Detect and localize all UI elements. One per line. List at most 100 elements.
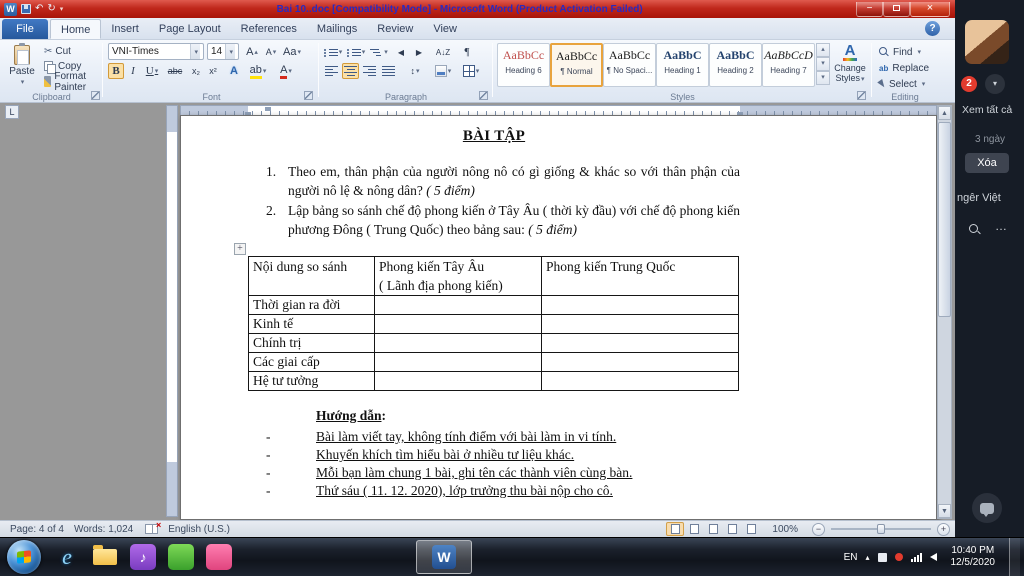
vertical-ruler[interactable] [166,105,178,517]
tab-home[interactable]: Home [50,19,102,39]
shading-button[interactable]: ▾ [431,63,455,79]
table-move-handle[interactable]: + [234,243,246,255]
undo-button[interactable]: ↶ [35,3,43,15]
word-count[interactable]: Words: 1,024 [74,524,133,535]
tab-references[interactable]: References [231,19,307,39]
strikethrough-button[interactable]: abc [164,63,186,79]
italic-button[interactable]: I [126,63,140,79]
paragraph-dialog-launcher[interactable] [479,91,488,100]
zoom-track[interactable] [831,524,931,534]
styles-scroll-down-icon[interactable]: ▾ [816,57,830,71]
web-layout-view-button[interactable] [704,522,722,536]
draft-view-button[interactable] [742,522,760,536]
borders-button[interactable]: ▾ [459,63,483,79]
word-app-icon[interactable]: W [4,2,17,16]
guide-item[interactable]: - Khuyến khích tìm hiểu bài ở nhiều tư li… [266,446,746,464]
notification-badge[interactable]: 2 [961,76,977,92]
scrollbar-thumb[interactable] [938,122,951,317]
change-case-button[interactable]: Aa ▾ [282,44,302,60]
table-header-cell[interactable]: Phong kiến Tây Âu ( Lãnh địa phong kiến) [374,256,542,296]
table-row-label[interactable]: Thời gian ra đời [248,295,375,315]
table-row-label[interactable]: Chính trị [248,333,375,353]
file-tab[interactable]: File [2,19,48,39]
print-layout-view-button[interactable] [666,522,685,536]
guide-item[interactable]: - Thứ sáu ( 11. 12. 2020), lớp trưởng thu… [266,482,746,500]
table-row-label[interactable]: Hệ tư tưởng [248,371,375,391]
style-heading1[interactable]: AaBbC Heading 1 [656,43,709,87]
table-cell[interactable] [541,371,739,391]
titlebar[interactable]: W ↶ ↻ ▾ Bai 10..doc [Compatibility Mode]… [0,0,958,18]
styles-dialog-launcher[interactable] [857,91,866,100]
subscript-button[interactable]: x₂ [188,63,204,79]
doc-title[interactable]: BÀI TẬP [248,128,740,145]
style-no-spacing[interactable]: AaBbCc ¶ No Spaci... [603,43,656,87]
text-effects-button[interactable]: A [226,63,242,79]
table-cell[interactable] [541,295,739,315]
fullscreen-view-button[interactable] [685,522,703,536]
comparison-table[interactable]: Nội dung so sánh Phong kiến Tây Âu ( Lãn… [248,256,739,391]
styles-gallery-expand-icon[interactable]: ▾ [816,71,830,85]
show-hide-marks-button[interactable]: ¶ [459,44,475,60]
underline-button[interactable]: U ▾ [142,63,162,79]
scroll-up-icon[interactable]: ▲ [938,106,951,120]
guide-item[interactable]: - Bài làm viết tay, không tính điểm với b… [266,428,746,446]
volume-icon[interactable] [929,553,937,561]
change-styles-button[interactable]: A Change Styles▾ [833,43,867,89]
format-painter-button[interactable]: Format Painter [44,71,103,93]
bullets-button[interactable]: ▾ [323,44,343,60]
user-avatar[interactable] [965,20,1009,64]
highlight-color-button[interactable]: ab ▾ [245,63,271,79]
sort-button[interactable]: A↓Z [431,44,455,60]
table-header-cell[interactable]: Nội dung so sánh [248,256,375,296]
grow-font-button[interactable]: A ▴ [243,44,261,60]
font-color-button[interactable]: A ▾ [274,63,298,79]
font-size-combobox[interactable]: 14 ▾ [207,43,239,60]
zoom-out-button[interactable]: − [812,522,825,536]
shrink-font-button[interactable]: A ▾ [262,44,280,60]
table-cell[interactable] [541,352,739,372]
help-icon[interactable]: ? [925,21,940,36]
tab-stop-selector[interactable]: L [5,105,19,119]
line-spacing-button[interactable]: ↕ ▾ [403,63,427,79]
guide-item[interactable]: - Mỗi bạn làm chung 1 bài, ghi tên các th… [266,464,746,482]
zoom-level[interactable]: 100% [772,524,798,535]
align-left-button[interactable] [323,63,340,79]
word-taskbar-button[interactable]: W [416,540,472,574]
collapse-chevron-icon[interactable]: ▾ [985,74,1005,94]
tab-insert[interactable]: Insert [101,19,149,39]
view-all-link[interactable]: Xem tất cả [962,104,1012,116]
document-page[interactable]: BÀI TẬP 1. Theo em, thân phận của người … [180,115,937,520]
increase-indent-button[interactable]: ▶ [411,44,427,60]
table-header-cell[interactable]: Phong kiến Trung Quốc [541,256,739,296]
close-button[interactable]: × [910,1,950,17]
style-heading2[interactable]: AaBbC Heading 2 [709,43,762,87]
decrease-indent-button[interactable]: ◀ [393,44,409,60]
style-heading6[interactable]: AaBbCc Heading 6 [497,43,550,87]
first-line-indent-marker[interactable] [265,107,271,111]
media-app-icon[interactable]: ♪ [127,541,159,573]
table-cell[interactable] [374,295,542,315]
table-row-label[interactable]: Các giai cấp [248,352,375,372]
more-options-icon[interactable]: … [995,219,1007,233]
cut-button[interactable]: ✂ Cut [44,45,71,58]
file-explorer-icon[interactable] [89,541,121,573]
font-name-combobox[interactable]: VNI-Times ▾ [108,43,204,60]
style-heading7[interactable]: AaBbCcD Heading 7 [762,43,815,87]
taskbar-clock[interactable]: 10:40 PM 12/5/2020 [945,545,1002,569]
bold-button[interactable]: B [108,63,124,79]
maximize-button[interactable] [883,1,910,17]
tab-mailings[interactable]: Mailings [307,19,367,39]
action-center-icon[interactable] [877,552,887,562]
language-switcher[interactable]: EN [844,552,858,563]
hidden-icons-button[interactable]: ▴ [865,553,869,562]
outline-view-button[interactable] [723,522,741,536]
align-right-button[interactable] [361,63,378,79]
replace-button[interactable]: ab Replace [879,61,929,75]
green-app-icon[interactable] [165,541,197,573]
multilevel-list-button[interactable]: ▾ [369,44,389,60]
styles-scroll-up-icon[interactable]: ▴ [816,43,830,57]
proofing-status-icon[interactable] [145,520,161,534]
font-dialog-launcher[interactable] [304,91,313,100]
show-desktop-button[interactable] [1009,537,1020,576]
language-item[interactable]: ngêr Việt [957,192,1001,204]
